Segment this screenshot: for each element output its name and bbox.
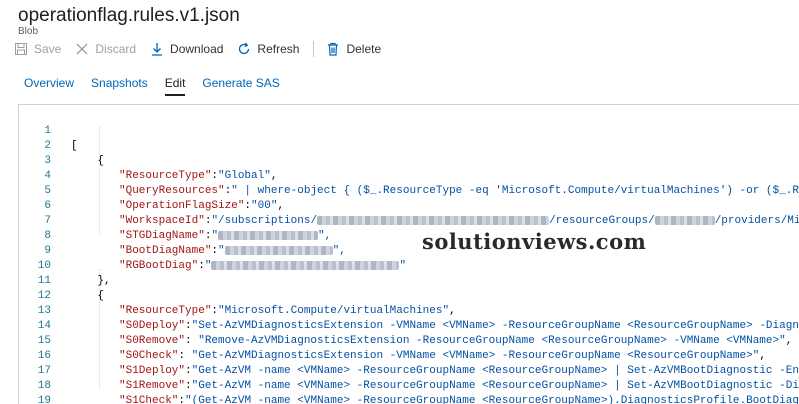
toolbar-divider <box>313 41 315 57</box>
code-line: 11 { <box>19 259 799 302</box>
tab-edit[interactable]: Edit <box>164 76 186 96</box>
code-line: 8 "BootDiagName":" ", <box>19 214 799 257</box>
command-bar: Save Discard Download Refresh Delete <box>14 40 395 58</box>
trash-icon <box>326 42 340 56</box>
code-line: 5 "OperationFlagSize":"00", <box>19 169 799 212</box>
refresh-button[interactable]: Refresh <box>237 42 299 56</box>
blob-tabs: Overview Snapshots Edit Generate SAS <box>24 76 297 96</box>
download-label: Download <box>170 42 224 56</box>
save-button[interactable]: Save <box>14 42 61 56</box>
download-button[interactable]: Download <box>150 42 223 56</box>
code-line: 17 "S1Remove":"Get-AzVM -name <VMName> -… <box>19 349 799 392</box>
tab-generate-sas[interactable]: Generate SAS <box>202 76 279 96</box>
code-line: 1 [ <box>19 109 799 152</box>
code-line: 15 "S0Check": "Get-AzVMDiagnosticsExtens… <box>19 319 799 362</box>
download-icon <box>150 42 164 56</box>
code-line: 19 }, <box>19 379 799 404</box>
tab-snapshots[interactable]: Snapshots <box>91 76 148 96</box>
page-title: operationflag.rules.v1.json <box>18 5 240 26</box>
code-line: 14 "S0Remove": "Remove-AzVMDiagnosticsEx… <box>19 304 799 347</box>
code-line: 6 "WorkspaceId":"/subscriptions//resourc… <box>19 184 799 227</box>
code-line: 12 "ResourceType":"Microsoft.Compute/vir… <box>19 274 799 317</box>
discard-button[interactable]: Discard <box>75 42 136 56</box>
code-line: 2 { <box>19 124 799 167</box>
code-line: 9 "RGBootDiag":" " <box>19 229 799 272</box>
code-line: 18 "S1Check":"(Get-AzVM -name <VMName> -… <box>19 364 799 404</box>
tab-overview[interactable]: Overview <box>24 76 74 96</box>
refresh-label: Refresh <box>257 42 300 56</box>
save-icon <box>14 42 28 56</box>
code-line: 16 "S1Deploy":"Get-AzVM -name <VMName> -… <box>19 334 799 377</box>
code-line: 10 }, <box>19 244 799 287</box>
code-line: 4 "QueryResources":" | where-object { ($… <box>19 154 799 197</box>
code-line: 7 "STGDiagName":" ", <box>19 199 799 242</box>
close-icon <box>75 42 89 56</box>
discard-label: Discard <box>95 42 137 56</box>
code-editor[interactable]: 1 [ 2 { 3 "ResourceType":"Global", 4 "Qu… <box>18 104 799 404</box>
code-line: 13 "S0Deploy":"Set-AzVMDiagnosticsExtens… <box>19 289 799 332</box>
save-label: Save <box>34 42 62 56</box>
code-line: 3 "ResourceType":"Global", <box>19 139 799 182</box>
delete-button[interactable]: Delete <box>326 42 381 56</box>
watermark: solutionviews.com <box>422 229 647 254</box>
refresh-icon <box>237 42 251 56</box>
delete-label: Delete <box>346 42 382 56</box>
blob-header: operationflag.rules.v1.json Blob <box>18 4 240 37</box>
